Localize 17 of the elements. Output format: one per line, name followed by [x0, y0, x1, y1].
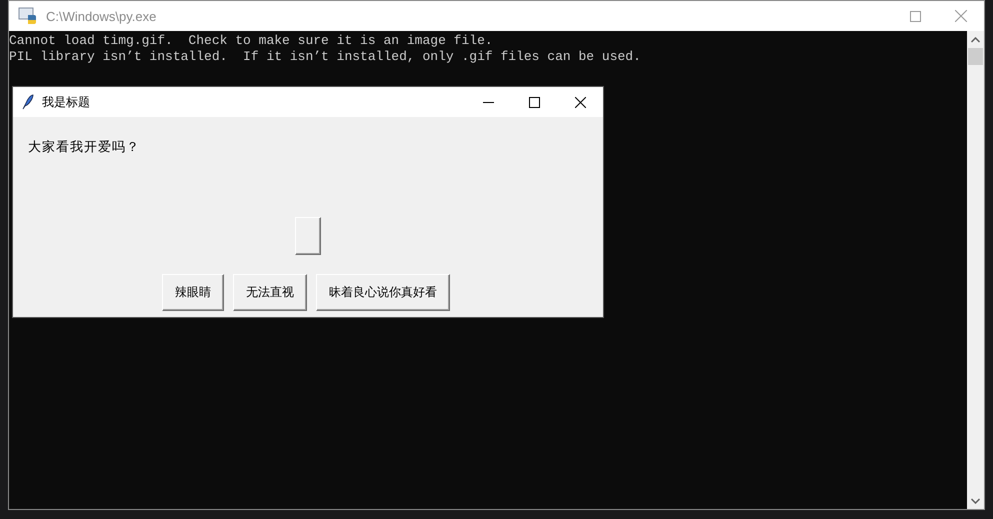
dialog-button[interactable]: 无法直视 — [233, 274, 307, 311]
console-output-line: PIL library isn’t installed. If it isn’t installed, only .gif files can be used. — [9, 49, 641, 65]
feather-icon — [22, 94, 34, 110]
console-output-line: Cannot load timg.gif. Check to make sure it is an image file. — [9, 33, 493, 49]
image-button[interactable] — [295, 217, 321, 255]
maximize-icon — [910, 10, 920, 22]
python-icon — [18, 7, 38, 25]
dialog-button[interactable]: 辣眼睛 — [162, 274, 224, 311]
window-title: 我是标题 — [42, 94, 90, 110]
window-title: C:\Windows\py.exe — [46, 8, 156, 24]
message-label: 大家看我开爱吗？ — [28, 139, 140, 156]
close-icon — [574, 96, 586, 108]
dialog-button[interactable]: 昧着良心说你真好看 — [316, 274, 450, 311]
close-icon — [955, 10, 967, 22]
maximize-icon — [528, 96, 540, 108]
scrollbar[interactable] — [967, 31, 984, 509]
scroll-thumb[interactable] — [968, 48, 983, 65]
